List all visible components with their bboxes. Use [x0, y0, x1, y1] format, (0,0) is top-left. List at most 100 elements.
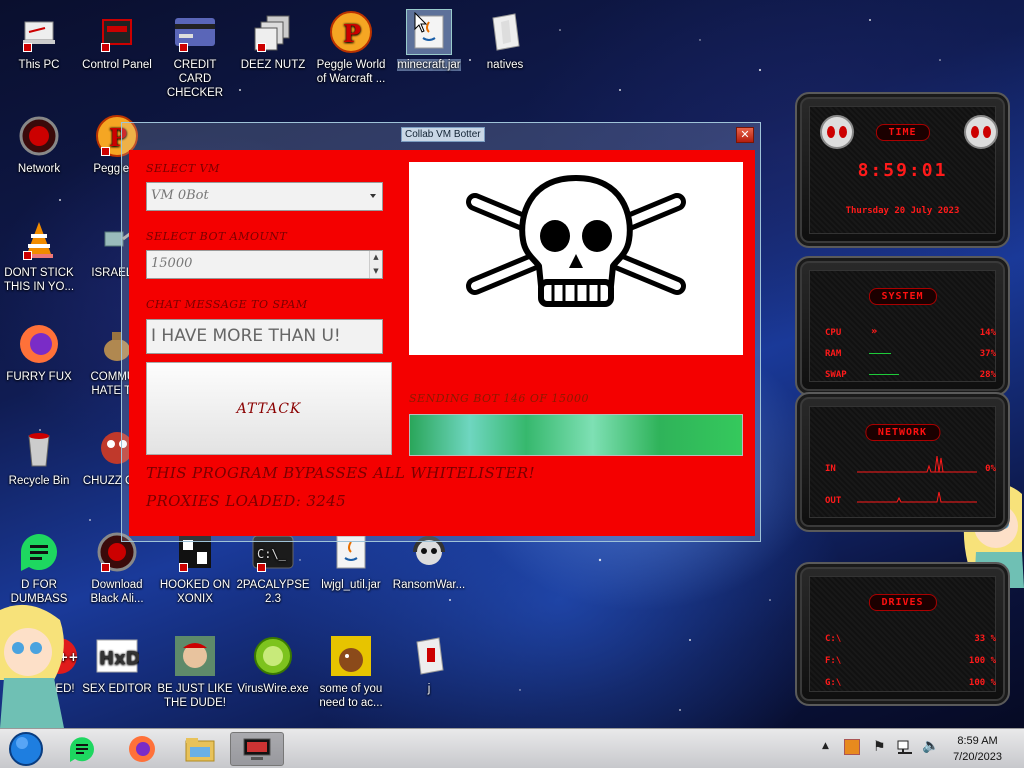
- spotify-like-icon: [17, 530, 61, 574]
- firefox-icon: [17, 322, 61, 366]
- system-header: SYSTEM: [868, 288, 937, 305]
- icon-label: Recycle Bin: [8, 475, 70, 487]
- stepper-down-icon[interactable]: ▼: [370, 265, 382, 279]
- icon-label: lwjgl_util.jar: [321, 579, 381, 591]
- chat-message-input[interactable]: I HAVE MORE THAN U!: [146, 319, 383, 354]
- desktop-icon-natives[interactable]: natives: [466, 10, 544, 72]
- desktop-icon-furry-fux[interactable]: FURRY FUX: [0, 322, 78, 384]
- icon-label: FURRY FUX: [6, 371, 72, 383]
- flag-icon[interactable]: ⚑: [873, 739, 886, 755]
- desktop-icon-be-just-like-dude[interactable]: BE JUST LIKE THE DUDE!: [156, 634, 234, 710]
- desktop-icon-credit-card-checker[interactable]: CREDIT CARD CHECKER: [156, 10, 234, 100]
- stepper-arrows[interactable]: ▲ ▼: [369, 251, 382, 278]
- bot-window[interactable]: Collab VM Botter ✕ SELECT VM VM 0Bot SEL…: [121, 122, 761, 542]
- desktop-icon-network[interactable]: Network: [0, 114, 78, 176]
- credit-card-icon: [173, 10, 217, 54]
- recycle-bin-icon: [17, 426, 61, 470]
- taskbar-app-firefox[interactable]: [118, 732, 166, 766]
- desktop-icon-some-of-you[interactable]: some of you need to ac...: [312, 634, 390, 710]
- bot-amount-label: SELECT BOT AMOUNT: [146, 230, 288, 243]
- sending-status: SENDING BOT 146 OF 15000: [409, 392, 590, 405]
- close-button[interactable]: ✕: [736, 127, 754, 143]
- network-tray-icon[interactable]: [896, 739, 914, 755]
- desktop-icon-recycle-bin[interactable]: Recycle Bin: [0, 426, 78, 488]
- folder-icon: [483, 10, 527, 54]
- icon-label: This PC: [18, 59, 60, 71]
- swap-value: 28%: [979, 370, 996, 380]
- net-out-label: OUT: [825, 496, 842, 506]
- bot-amount-stepper[interactable]: 15000 ▲ ▼: [146, 250, 383, 279]
- svg-text:C:\_: C:\_: [257, 547, 287, 561]
- folder-icon: [185, 738, 215, 762]
- net-in-label: IN: [825, 464, 836, 474]
- icon-label: Control Panel: [82, 59, 152, 71]
- taskbar-app-botter[interactable]: [230, 732, 284, 766]
- tray-clock[interactable]: 8:59 AM 7/20/2023: [953, 733, 1002, 765]
- svg-text:HxD: HxD: [99, 648, 139, 669]
- chat-app-icon: [70, 737, 94, 762]
- system-gadget: SYSTEM CPU 14% RAM 37% SWAP 28% »: [795, 256, 1010, 396]
- desktop-icon-minecraft-jar[interactable]: minecraft.jar: [390, 9, 468, 72]
- network-header: NETWORK: [864, 424, 941, 441]
- progress-fill: [410, 415, 742, 455]
- tray-app-icon[interactable]: [844, 739, 860, 755]
- desktop-icon-j[interactable]: j: [390, 634, 468, 696]
- tray-date: 7/20/2023: [953, 751, 1002, 763]
- icon-label: CREDIT CARD CHECKER: [166, 59, 224, 99]
- icon-label: Network: [17, 163, 61, 175]
- icon-label: SEX EDITOR: [82, 683, 152, 695]
- bot-amount-value: 15000: [151, 256, 193, 271]
- tray-time: 8:59 AM: [957, 735, 998, 747]
- swap-graph: [869, 374, 899, 375]
- desktop-icon-this-pc[interactable]: This PC: [0, 10, 78, 72]
- icon-label: DEEZ NUTZ: [240, 59, 306, 71]
- desktop-icon-deez-nutz[interactable]: DEEZ NUTZ: [234, 10, 312, 72]
- window-titlebar[interactable]: Collab VM Botter ✕: [122, 123, 760, 149]
- window-title: Collab VM Botter: [401, 127, 485, 142]
- alien-head-icon: [820, 115, 854, 149]
- dog-picture-icon: [329, 634, 373, 678]
- desktop-icon-peggle-wow[interactable]: P Peggle World of Warcraft ...: [312, 10, 390, 86]
- skull-image: [409, 162, 743, 355]
- icon-label: minecraft.jar: [397, 59, 461, 71]
- dude-icon: [173, 634, 217, 678]
- icon-label: BE JUST LIKE THE DUDE!: [157, 683, 233, 709]
- time-header: TIME: [875, 124, 930, 141]
- date-text: Thursday 20 July 2023: [845, 206, 960, 216]
- taskbar-app-chat[interactable]: [58, 732, 106, 766]
- desktop-icon-sex-editor[interactable]: HxD SEX EDITOR: [78, 634, 156, 696]
- icon-label: natives: [486, 59, 524, 71]
- computer-icon: [17, 10, 61, 54]
- start-orb-icon: [9, 732, 43, 766]
- cpu-label: CPU: [825, 328, 842, 338]
- desktop-icon-control-panel[interactable]: Control Panel: [78, 10, 156, 72]
- desktop-icon-viruswire[interactable]: VirusWire.exe: [234, 634, 312, 696]
- select-vm-label: SELECT VM: [146, 162, 220, 175]
- vlc-cone-icon: [17, 218, 61, 262]
- network-alien-icon: [17, 114, 61, 158]
- drive-g-value: 100 %: [968, 678, 996, 688]
- time-gadget: TIME 8:59:01 Thursday 20 July 2023: [795, 92, 1010, 248]
- progress-bar: [409, 414, 743, 456]
- attack-button[interactable]: ATTACK: [146, 362, 392, 455]
- vm-dropdown[interactable]: VM 0Bot: [146, 182, 383, 211]
- desktop-icon-dont-stick[interactable]: DONT STICK THIS IN YO...: [0, 218, 78, 294]
- clock-text: 8:59:01: [857, 160, 948, 181]
- volume-icon[interactable]: 🔈: [922, 738, 939, 754]
- ram-value: 37%: [979, 349, 996, 359]
- chat-message-label: CHAT MESSAGE TO SPAM: [146, 298, 308, 311]
- bypass-text: THIS PROGRAM BYPASSES ALL WHITELISTER!: [146, 464, 536, 482]
- icon-label: RansomWar...: [392, 579, 466, 591]
- control-panel-icon: [95, 10, 139, 54]
- bot-panel: SELECT VM VM 0Bot SELECT BOT AMOUNT 1500…: [129, 150, 755, 536]
- peggle-icon: P: [329, 10, 373, 54]
- stepper-up-icon[interactable]: ▲: [370, 251, 382, 265]
- icon-label: 2PACALYPSE 2.3: [236, 579, 310, 605]
- taskbar-app-explorer[interactable]: [176, 732, 224, 766]
- desktop-icon-d-for-dumbass[interactable]: D FOR DUMBASS: [0, 530, 78, 606]
- tray-chevron-up-icon[interactable]: ▲: [822, 741, 829, 751]
- start-button[interactable]: [2, 732, 50, 766]
- net-in-graph: [857, 455, 977, 473]
- alien-head-icon: [964, 115, 998, 149]
- taskbar: ▲ ⚑ 🔈 8:59 AM 7/20/2023: [0, 728, 1024, 768]
